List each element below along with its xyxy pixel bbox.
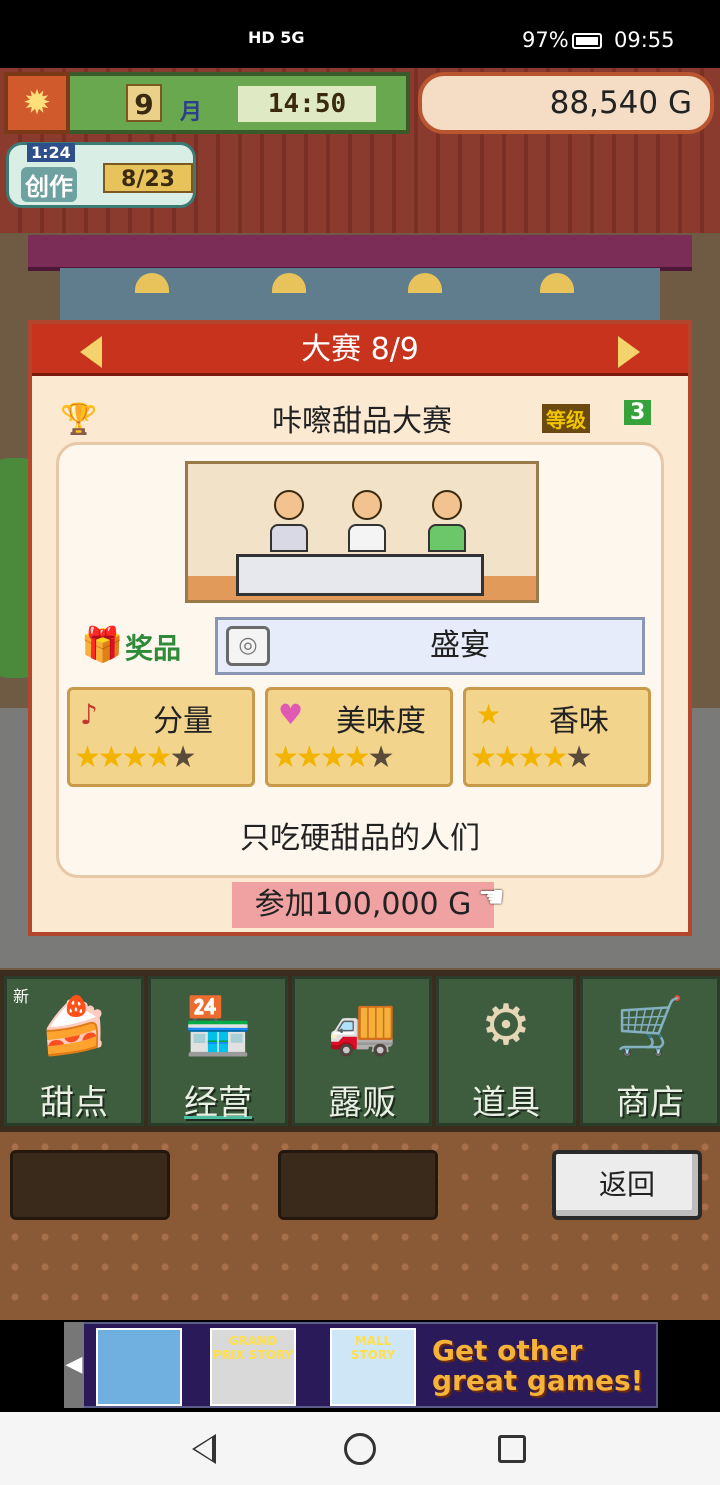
gift-icon: 🎁 <box>81 625 124 665</box>
status-time: 09:55 <box>614 28 675 52</box>
rank-number: 3 <box>624 400 652 425</box>
back-button[interactable]: 返回 <box>552 1150 702 1220</box>
tab-items[interactable]: ⚙ 道具 <box>436 976 576 1126</box>
trophy-icon: 🏆 <box>60 402 98 437</box>
judge-icon <box>270 490 308 554</box>
battery-indicator: 97% <box>522 28 605 52</box>
ad-prev-arrow-icon[interactable]: ◀ <box>64 1322 84 1408</box>
join-contest-button[interactable]: 参加100,000 G <box>232 882 494 928</box>
star-icon: ★ <box>476 698 502 731</box>
ad-game-castle-icon[interactable] <box>96 1328 182 1406</box>
ad-cta-line: great games! <box>432 1364 644 1397</box>
bottom-panel: 返回 <box>0 1132 720 1320</box>
prize-value: 盛宴 <box>430 628 490 663</box>
attribute-label: 香味 <box>549 704 609 739</box>
attribute-stars: ★★★★★ <box>74 740 196 775</box>
attribute-card-taste: ♥ 美味度 ★★★★★ <box>265 687 453 787</box>
contest-panel: 大赛 8/9 🏆 咔嚓甜品大赛 等级 3 🎁 奖品 ◎ 盛宴 ♪ 分量 ★★★★… <box>28 320 692 936</box>
create-count: 8/23 <box>103 163 193 193</box>
tab-management[interactable]: 🏪 经营 <box>148 976 288 1126</box>
attribute-card-aroma: ★ 香味 ★★★★★ <box>463 687 651 787</box>
shop-icon: 🏪 <box>183 994 253 1059</box>
pointing-hand-icon: ☚ <box>478 880 505 915</box>
contest-name: 咔嚓甜品大赛 <box>272 404 452 439</box>
tab-label: 经营 <box>184 1083 252 1123</box>
prize-box: ◎ 盛宴 <box>215 617 645 675</box>
game-clock: 14:50 <box>238 86 376 122</box>
ad-cta[interactable]: Get other great games! <box>432 1336 656 1396</box>
rank-badge: 等级 <box>542 404 590 433</box>
empty-slot <box>278 1150 438 1220</box>
tab-label: 商店 <box>616 1083 684 1123</box>
status-bar: HD 5G 97% 09:55 <box>0 0 720 68</box>
attribute-stars: ★★★★★ <box>272 740 394 775</box>
month-unit: 月 <box>180 100 203 125</box>
cart-icon: 🛒 <box>615 994 685 1059</box>
attribute-card-portion: ♪ 分量 ★★★★★ <box>67 687 255 787</box>
ad-content[interactable]: GRAND PRIX STORY MALL STORY Get other gr… <box>64 1322 658 1408</box>
create-progress[interactable]: 1:24 创作 8/23 <box>6 142 196 208</box>
attribute-label: 美味度 <box>336 704 426 739</box>
battery-icon <box>571 33 602 49</box>
nav-home-icon[interactable] <box>344 1433 376 1465</box>
food-truck-icon: 🚚 <box>327 994 397 1059</box>
tab-food-truck[interactable]: 🚚 露贩 <box>292 976 432 1126</box>
plate-icon: ◎ <box>226 626 270 666</box>
items-icon: ⚙ <box>480 993 532 1058</box>
shop-awning <box>28 235 692 271</box>
heart-icon: ♥ <box>278 698 304 731</box>
contest-index: 大赛 8/9 <box>301 332 419 367</box>
tab-label: 露贩 <box>328 1083 396 1123</box>
next-arrow-icon[interactable] <box>618 336 640 368</box>
empty-slot <box>10 1150 170 1220</box>
tab-label: 道具 <box>472 1083 540 1123</box>
nav-recents-icon[interactable] <box>498 1435 526 1463</box>
tab-label: 甜点 <box>40 1083 108 1123</box>
nav-back-icon[interactable] <box>192 1434 216 1464</box>
season-leaf-icon[interactable]: ✹ <box>4 72 70 134</box>
attribute-stars: ★★★★★ <box>470 740 592 775</box>
judges-table <box>236 554 484 596</box>
judge-icon <box>348 490 386 554</box>
network-indicator: HD 5G <box>248 28 305 47</box>
contest-description: 只吃硬甜品的人们 <box>240 821 480 856</box>
create-label: 创作 <box>21 167 77 202</box>
music-note-icon: ♪ <box>80 698 98 731</box>
judge-icon <box>428 490 466 554</box>
tab-desserts[interactable]: 新 🍰 甜点 <box>4 976 144 1126</box>
system-nav-bar <box>0 1412 720 1485</box>
cake-icon: 🍰 <box>39 994 109 1059</box>
money-display: 88,540 G <box>418 72 714 134</box>
ad-banner[interactable]: GRAND PRIX STORY MALL STORY Get other gr… <box>0 1320 720 1412</box>
ad-game-tile[interactable]: MALL STORY <box>330 1328 416 1406</box>
judges-image <box>185 461 539 603</box>
tab-store[interactable]: 🛒 商店 <box>580 976 720 1126</box>
prize-label: 奖品 <box>125 632 182 665</box>
attribute-label: 分量 <box>153 704 213 739</box>
category-tabs: 新 🍰 甜点 🏪 经营 🚚 露贩 ⚙ 道具 🛒 商店 <box>0 970 720 1132</box>
ad-cta-line: Get other <box>432 1334 583 1367</box>
ad-game-tile[interactable]: GRAND PRIX STORY <box>210 1328 296 1406</box>
prev-arrow-icon[interactable] <box>80 336 102 368</box>
contest-details: 🎁 奖品 ◎ 盛宴 ♪ 分量 ★★★★★ ♥ 美味度 ★★★★★ ★ 香味 ★★… <box>56 442 664 878</box>
contest-header: 大赛 8/9 <box>32 324 688 376</box>
create-timer: 1:24 <box>27 143 75 162</box>
month-number: 9 <box>126 84 162 122</box>
